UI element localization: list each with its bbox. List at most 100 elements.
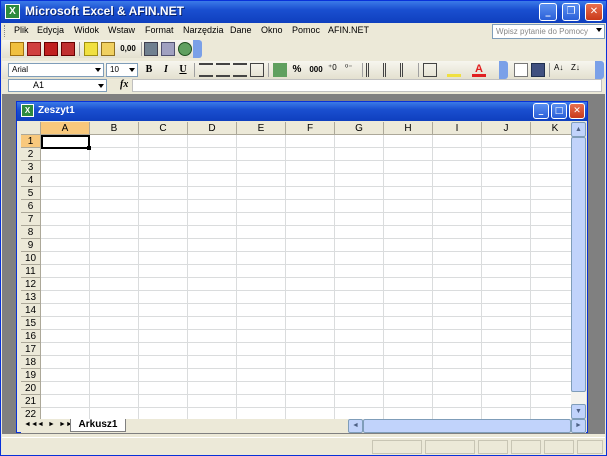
font-name-select[interactable]: Arial [8,63,104,77]
menu-edycja[interactable]: Edycja [37,25,64,35]
vertical-scrollbar[interactable]: ▲ ▼ [571,122,586,419]
toolbar-options-chevron[interactable] [499,61,508,79]
decrease-indent-icon[interactable] [366,63,380,77]
horizontal-scroll-thumb[interactable] [363,419,571,433]
prev-sheet-button[interactable]: ◄ [37,421,44,428]
next-sheet-button[interactable]: ► [48,421,55,428]
minimize-button[interactable]: _ [539,3,557,21]
title-bar[interactable]: X Microsoft Excel & AFIN.NET _ ❐ ✕ [1,1,606,23]
select-all-corner[interactable] [21,122,41,135]
unprotect-icon[interactable] [27,42,41,56]
align-center-icon[interactable] [216,63,230,77]
row-header-14[interactable]: 14 [21,304,41,317]
workbook-icon[interactable] [144,42,158,56]
increase-decimal-icon[interactable]: ⁺0 [328,63,342,77]
merge-center-icon[interactable] [250,63,264,77]
fill-color-icon[interactable] [447,63,461,77]
workbook-maximize-button[interactable]: □ [551,103,567,119]
row-header-22[interactable]: 22 [21,408,41,419]
close-button[interactable]: ✕ [585,3,603,21]
save-icon[interactable] [44,42,58,56]
row-header-1[interactable]: 1 [21,135,41,148]
scroll-down-button[interactable]: ▼ [571,404,586,419]
row-header-10[interactable]: 10 [21,252,41,265]
active-cell[interactable] [41,135,91,150]
decimal-button[interactable]: 0,00 [118,42,138,56]
menu-narzedzia[interactable]: Narzędzia [183,25,224,35]
sort-descending-icon[interactable]: Z↓ [571,63,585,77]
help-icon[interactable] [178,42,192,56]
highlight-icon[interactable] [84,42,98,56]
percent-button[interactable]: % [290,63,304,77]
column-header-k[interactable]: K [531,122,571,135]
fill-handle[interactable] [87,146,91,150]
decrease-decimal-icon[interactable]: ⁰⁻ [345,63,359,77]
font-size-select[interactable]: 10 [106,63,138,77]
first-sheet-button[interactable]: ◄◄ [24,421,38,428]
calculator-icon[interactable] [101,42,115,56]
row-header-18[interactable]: 18 [21,356,41,369]
increase-indent-icon[interactable] [383,63,397,77]
row-header-6[interactable]: 6 [21,200,41,213]
column-header-g[interactable]: G [335,122,384,135]
row-header-21[interactable]: 21 [21,395,41,408]
row-header-3[interactable]: 3 [21,161,41,174]
row-header-2[interactable]: 2 [21,148,41,161]
row-header-7[interactable]: 7 [21,213,41,226]
menu-pomoc[interactable]: Pomoc [292,25,320,35]
menu-wstaw[interactable]: Wstaw [108,25,135,35]
menu-widok[interactable]: Widok [74,25,99,35]
grip-handle[interactable] [4,25,7,37]
align-right-icon[interactable] [233,63,247,77]
column-header-a[interactable]: A [41,122,90,135]
align-left-icon[interactable] [199,63,213,77]
workbook-icon[interactable]: X [21,104,34,117]
excel-icon[interactable]: X [5,4,20,19]
help-search-input[interactable]: Wpisz pytanie do Pomocy [492,24,605,39]
scroll-right-button[interactable]: ► [571,419,586,433]
font-color-icon[interactable]: A [472,63,486,77]
orientation-icon[interactable] [400,63,414,77]
scroll-left-button[interactable]: ◄ [348,419,363,433]
menu-plik[interactable]: Plik [14,25,29,35]
menu-okno[interactable]: Okno [261,25,283,35]
row-header-8[interactable]: 8 [21,226,41,239]
row-header-19[interactable]: 19 [21,369,41,382]
row-header-5[interactable]: 5 [21,187,41,200]
horizontal-scrollbar[interactable]: ◄ ► [348,419,586,433]
row-header-12[interactable]: 12 [21,278,41,291]
chevron-down-icon[interactable] [129,68,135,72]
vertical-scroll-thumb[interactable] [571,137,586,392]
menu-dane[interactable]: Dane [230,25,252,35]
row-header-16[interactable]: 16 [21,330,41,343]
sheet-tab-arkusz1[interactable]: Arkusz1 [70,419,126,432]
workbook-minimize-button[interactable]: _ [533,103,549,119]
workbook-title-bar[interactable]: X Zeszyt1 _ □ ✕ [17,102,587,121]
thousands-button[interactable]: 000 [307,63,325,77]
workbook-close-button[interactable]: ✕ [569,103,585,119]
bold-button[interactable]: B [142,63,156,77]
name-box[interactable]: A1 [8,79,107,92]
chevron-down-icon[interactable] [596,28,602,32]
row-header-11[interactable]: 11 [21,265,41,278]
maximize-button[interactable]: ❐ [562,3,580,21]
row-header-17[interactable]: 17 [21,343,41,356]
spreadsheet-grid[interactable]: ABCDEFGHIJK 1 2 3 4 5 6 7 8 9 10 11 12 13 14 15 16 17 18 1… [21,122,571,419]
formula-input[interactable] [132,79,602,92]
row-header-13[interactable]: 13 [21,291,41,304]
scroll-up-button[interactable]: ▲ [571,122,586,137]
row-header-20[interactable]: 20 [21,382,41,395]
copy-icon[interactable] [61,42,75,56]
row-header-4[interactable]: 4 [21,174,41,187]
sort-ascending-icon[interactable]: A↓ [554,63,568,77]
column-header-d[interactable]: D [188,122,237,135]
column-header-b[interactable]: B [90,122,139,135]
row-header-9[interactable]: 9 [21,239,41,252]
column-header-c[interactable]: C [139,122,188,135]
new-icon[interactable] [514,63,528,77]
open-icon[interactable] [10,42,24,56]
chevron-down-icon[interactable] [98,84,104,88]
toolbar-options-chevron[interactable] [193,40,202,58]
function-icon[interactable]: fx [120,79,128,90]
toolbar-options-chevron[interactable] [595,61,604,79]
